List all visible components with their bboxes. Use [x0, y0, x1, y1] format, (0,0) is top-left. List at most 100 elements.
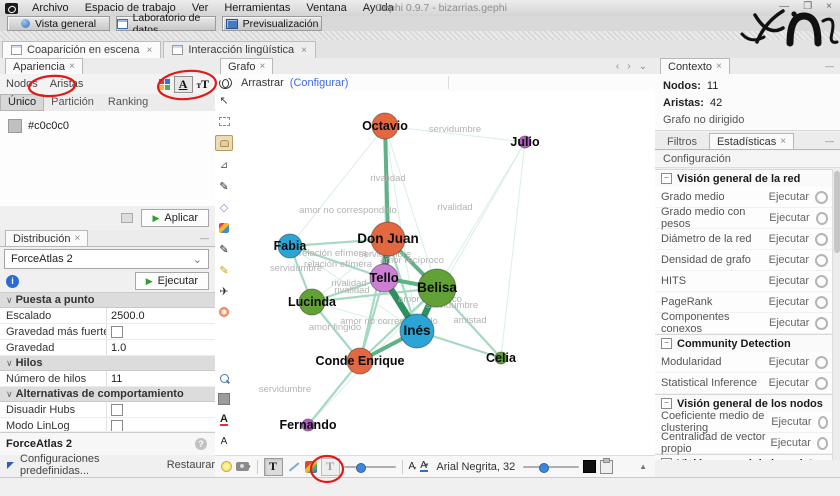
- close-icon[interactable]: ×: [826, 1, 832, 12]
- run-stat-button[interactable]: Ejecutar: [769, 212, 809, 224]
- minimize-panel-icon[interactable]: —: [200, 233, 209, 243]
- tab-apariencia[interactable]: Apariencia×: [5, 58, 83, 74]
- label-size-slider[interactable]: [523, 460, 579, 474]
- tab-unico[interactable]: Único: [0, 94, 44, 111]
- node-font-color-button[interactable]: A▾: [420, 461, 428, 472]
- sizer-tool-icon[interactable]: [216, 200, 232, 214]
- checkbox[interactable]: [111, 326, 123, 338]
- tab-distribucion[interactable]: Distribución×: [5, 230, 88, 246]
- tab-aristas[interactable]: Aristas: [44, 78, 90, 90]
- help-icon[interactable]: [815, 254, 828, 267]
- layout-algorithm-select[interactable]: ForceAtlas 2 ⌄: [4, 249, 209, 269]
- close-icon[interactable]: ×: [74, 233, 80, 244]
- presets-link[interactable]: Configuraciones predefinidas...: [20, 453, 161, 477]
- font-label[interactable]: Arial Negrita, 32: [436, 461, 515, 473]
- zoom-tool-icon[interactable]: [216, 371, 232, 385]
- shortest-path-tool-icon[interactable]: [216, 284, 232, 298]
- run-stat-button[interactable]: Ejecutar: [769, 254, 809, 266]
- stats-section-header[interactable]: −Visión general de la red: [655, 169, 832, 187]
- help-icon[interactable]: [815, 233, 828, 246]
- info-icon[interactable]: i: [6, 275, 19, 288]
- run-layout-button[interactable]: ▶ Ejecutar: [135, 272, 209, 290]
- background-color-tool-icon[interactable]: [216, 392, 232, 406]
- perspective-button-2[interactable]: Laboratorio de datos: [116, 16, 216, 31]
- run-stat-button[interactable]: Ejecutar: [769, 317, 809, 329]
- restore-link[interactable]: Restaurar: [167, 459, 215, 471]
- apply-button[interactable]: ▶ Aplicar: [141, 209, 209, 227]
- stats-section-header[interactable]: −Community Detection: [655, 334, 832, 352]
- menu-ventana[interactable]: Ventana: [298, 1, 354, 16]
- edge-pencil-tool-icon[interactable]: [216, 263, 232, 277]
- workspace-tab[interactable]: Interacción lingüística×: [163, 41, 316, 58]
- rect-select-tool-icon[interactable]: [216, 114, 232, 128]
- edge-color-mode-icon[interactable]: [305, 461, 317, 473]
- minimize-panel-icon[interactable]: —: [825, 136, 834, 146]
- run-stat-button[interactable]: Ejecutar: [769, 275, 809, 287]
- edge-color-swatch[interactable]: [8, 119, 22, 133]
- label-size-icon[interactable]: тT: [197, 77, 209, 92]
- tab-particion[interactable]: Partición: [44, 95, 101, 110]
- tab-scroll-left-icon[interactable]: ‹: [616, 61, 619, 72]
- run-stat-button[interactable]: Ejecutar: [769, 296, 809, 308]
- help-icon[interactable]: [815, 296, 828, 309]
- layout-section-header[interactable]: ∨Puesta a punto: [0, 293, 215, 308]
- property-value[interactable]: 1.0: [106, 340, 215, 355]
- minimize-panel-icon[interactable]: —: [825, 61, 834, 71]
- run-stat-button[interactable]: Ejecutar: [769, 191, 809, 203]
- minimize-icon[interactable]: —: [779, 1, 789, 12]
- property-value[interactable]: 2500.0: [106, 308, 215, 323]
- edge-labels-toggle[interactable]: T: [321, 458, 340, 476]
- property-value[interactable]: [106, 324, 215, 339]
- tab-scroll-right-icon[interactable]: ›: [627, 61, 630, 72]
- edge-display-toggle[interactable]: [287, 460, 301, 474]
- close-icon[interactable]: ×: [260, 61, 266, 72]
- lightbulb-icon[interactable]: [221, 461, 232, 472]
- help-icon[interactable]: [816, 212, 828, 225]
- color-palette-icon[interactable]: [159, 79, 170, 90]
- close-icon[interactable]: ×: [147, 45, 153, 56]
- label-color-icon[interactable]: A: [174, 76, 193, 93]
- label-color-swatch[interactable]: [583, 460, 596, 473]
- node-labels-toggle[interactable]: T: [264, 458, 283, 476]
- tab-grafo[interactable]: Grafo×: [220, 58, 273, 74]
- restore-icon[interactable]: ❐: [803, 1, 812, 12]
- node-pencil-tool-icon[interactable]: [216, 242, 232, 256]
- help-icon[interactable]: [817, 437, 828, 450]
- menu-archivo[interactable]: Archivo: [24, 1, 77, 16]
- close-icon[interactable]: ×: [69, 61, 75, 72]
- tab-ranking[interactable]: Ranking: [101, 95, 155, 110]
- help-icon[interactable]: [815, 275, 828, 288]
- perspective-button-3[interactable]: Previsualización: [222, 16, 322, 31]
- tab-list-icon[interactable]: ⌄: [639, 61, 647, 72]
- attributes-icon[interactable]: [600, 460, 613, 474]
- checkbox[interactable]: [111, 404, 123, 416]
- tab-nodos[interactable]: Nodos: [0, 78, 44, 90]
- screenshot-button[interactable]: ▾: [236, 462, 251, 471]
- property-value[interactable]: 11: [106, 371, 215, 386]
- label-size-tool-icon[interactable]: [216, 434, 232, 448]
- help-icon[interactable]: [815, 356, 828, 369]
- property-value[interactable]: [106, 402, 215, 417]
- close-icon[interactable]: ×: [716, 61, 722, 72]
- lasso-tool-icon[interactable]: [216, 158, 232, 172]
- select-tool-icon[interactable]: [216, 93, 232, 107]
- layout-section-header[interactable]: ∨Alternativas de comportamiento: [0, 387, 215, 402]
- checkbox[interactable]: [111, 420, 123, 432]
- node-font-button[interactable]: A▾: [409, 461, 417, 472]
- perspective-button-1[interactable]: Vista general: [7, 16, 110, 31]
- run-stat-button[interactable]: Ejecutar: [771, 416, 811, 428]
- configure-link[interactable]: (Configurar): [290, 77, 349, 89]
- help-icon[interactable]: [818, 416, 828, 429]
- heatmap-tool-icon[interactable]: [216, 305, 232, 319]
- graph-canvas[interactable]: servidumbrerivalidadrivalidadamor no cor…: [215, 91, 655, 455]
- network-graph[interactable]: servidumbrerivalidadrivalidadamor no cor…: [215, 91, 655, 455]
- tab-filtros[interactable]: Filtros: [660, 134, 704, 149]
- menu-herramientas[interactable]: Herramientas: [216, 1, 298, 16]
- scrollbar-thumb[interactable]: [834, 171, 840, 253]
- close-icon[interactable]: ×: [780, 136, 786, 147]
- scrollbar[interactable]: [832, 169, 840, 460]
- drag-tool-icon[interactable]: [215, 135, 233, 151]
- tab-estadisticas[interactable]: Estadísticas×: [709, 133, 794, 149]
- run-stat-button[interactable]: Ejecutar: [771, 437, 811, 449]
- help-icon[interactable]: [815, 191, 828, 204]
